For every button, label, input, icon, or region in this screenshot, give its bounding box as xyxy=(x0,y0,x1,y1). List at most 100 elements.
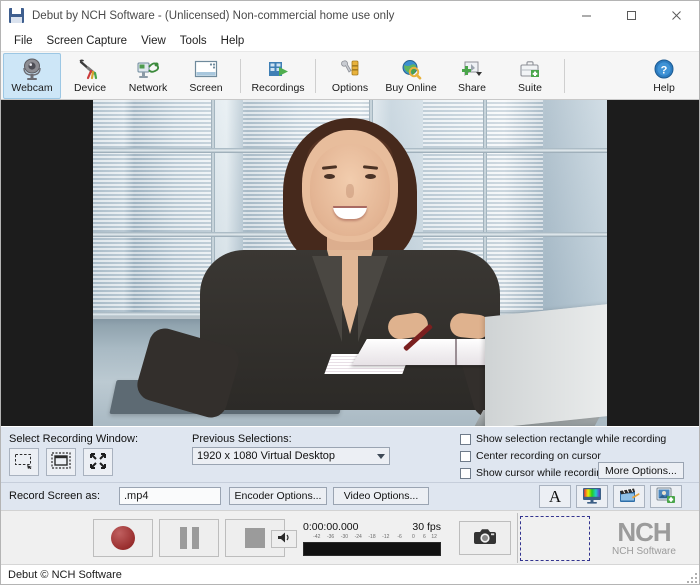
stop-icon xyxy=(245,528,265,548)
nch-logo-mark: NCH xyxy=(595,519,693,545)
toolbar-button-options[interactable]: Options xyxy=(321,53,379,99)
checkbox-label-show-selection-rectangle: Show selection rectangle while recording xyxy=(476,433,666,445)
toolbar-button-webcam[interactable]: Webcam xyxy=(3,53,61,99)
transport-bar: 0:00:00.000 30 fps -42 -36 -30 -24 -18 -… xyxy=(1,510,699,564)
clapperboard-icon xyxy=(619,487,640,507)
letter-a-icon: A xyxy=(549,488,561,505)
share-icon xyxy=(460,57,484,81)
svg-text:?: ? xyxy=(661,64,668,76)
webcam-live-preview xyxy=(93,100,607,426)
toolbar-spacer xyxy=(570,53,635,99)
format-dropdown[interactable]: .mp4 xyxy=(119,487,221,505)
meter-tick-2: -30 xyxy=(341,534,348,540)
maximize-button[interactable] xyxy=(609,1,654,30)
video-preview-area[interactable] xyxy=(1,100,699,426)
speaker-button[interactable] xyxy=(271,530,297,548)
menu-item-screen-capture[interactable]: Screen Capture xyxy=(40,33,135,49)
snapshot-button[interactable] xyxy=(459,521,511,555)
video-effects-button[interactable] xyxy=(613,485,645,508)
menu-item-file[interactable]: File xyxy=(7,33,40,49)
toolbar-button-network[interactable]: Network xyxy=(119,53,177,99)
menu-item-help[interactable]: Help xyxy=(214,33,252,49)
overlay-image-button[interactable] xyxy=(650,485,682,508)
select-recording-window-buttons xyxy=(9,448,113,476)
recording-thumbnail[interactable] xyxy=(520,516,590,561)
chevron-down-icon xyxy=(476,72,482,76)
pause-button[interactable] xyxy=(159,519,219,557)
menu-item-tools[interactable]: Tools xyxy=(173,33,214,49)
menu-item-view[interactable]: View xyxy=(134,33,173,49)
timecode-display: 0:00:00.000 xyxy=(303,521,358,533)
meter-scale: -42 -36 -30 -24 -18 -12 -6 0 6 12 xyxy=(303,534,441,542)
minimize-button[interactable] xyxy=(564,1,609,30)
format-value: .mp4 xyxy=(124,490,148,502)
toolbar-label-device: Device xyxy=(74,82,106,94)
checkbox-row-show-selection-rectangle[interactable]: Show selection rectangle while recording xyxy=(460,431,666,447)
toolbar-label-network: Network xyxy=(129,82,168,94)
select-window-button[interactable] xyxy=(46,448,76,476)
toolbar-label-buy-online: Buy Online xyxy=(385,82,436,94)
add-image-icon xyxy=(656,487,676,507)
thumbnail-separator xyxy=(517,513,518,563)
toolbar-button-recordings[interactable]: Recordings xyxy=(246,53,310,99)
person-suit xyxy=(200,250,500,410)
buy-online-icon xyxy=(399,57,423,81)
status-text: Debut © NCH Software xyxy=(8,569,122,581)
checkbox-center-recording-on-cursor[interactable] xyxy=(460,451,471,462)
more-options-button[interactable]: More Options... xyxy=(598,462,684,479)
fps-display: 30 fps xyxy=(412,521,441,533)
meter-tick-1: -36 xyxy=(327,534,334,540)
meter-tick-0: -42 xyxy=(313,534,320,540)
recordings-icon xyxy=(266,57,290,81)
previous-selections-value: 1920 x 1080 Virtual Desktop xyxy=(197,450,377,462)
text-overlay-button[interactable]: A xyxy=(539,485,571,508)
toolbar-button-screen[interactable]: Screen xyxy=(177,53,235,99)
close-button[interactable] xyxy=(654,1,699,30)
encoder-options-button[interactable]: Encoder Options... xyxy=(229,487,327,505)
meter-tick-5: -12 xyxy=(382,534,389,540)
help-icon: ? xyxy=(653,57,675,81)
toolbar-label-suite: Suite xyxy=(518,82,542,94)
record-dot-icon xyxy=(111,526,135,550)
toolbar-button-device[interactable]: Device xyxy=(61,53,119,99)
toolbar-label-webcam: Webcam xyxy=(11,82,52,94)
options-icon xyxy=(338,57,362,81)
meter-tick-7: 0 xyxy=(412,534,415,540)
meter-tick-6: -6 xyxy=(397,534,401,540)
camera-icon xyxy=(473,527,497,549)
laptop xyxy=(485,303,607,426)
previous-selections-label: Previous Selections: xyxy=(192,433,292,445)
video-options-button[interactable]: Video Options... xyxy=(333,487,429,505)
toolbar-label-screen: Screen xyxy=(189,82,222,94)
toolbar-button-share[interactable]: Share xyxy=(443,53,501,99)
select-region-button[interactable] xyxy=(9,448,39,476)
nch-logo: NCH NCH Software xyxy=(595,519,693,557)
checkbox-label-show-cursor-while-recording: Show cursor while recording xyxy=(476,467,608,479)
toolbar-button-buy-online[interactable]: Buy Online xyxy=(379,53,443,99)
full-screen-button[interactable] xyxy=(83,448,113,476)
record-screen-as-label: Record Screen as: xyxy=(9,490,100,502)
person-face xyxy=(302,130,398,242)
nch-logo-text: NCH Software xyxy=(595,546,693,557)
toolbar-button-help[interactable]: ? Help xyxy=(635,53,693,99)
previous-selections-dropdown[interactable]: 1920 x 1080 Virtual Desktop xyxy=(192,447,390,465)
audio-meter: 0:00:00.000 30 fps -42 -36 -30 -24 -18 -… xyxy=(303,521,441,556)
debut-app-window: Debut by NCH Software - (Unlicensed) Non… xyxy=(0,0,700,585)
recording-options-panel: Select Recording Window: xyxy=(1,426,699,482)
record-button[interactable] xyxy=(93,519,153,557)
checkbox-show-selection-rectangle[interactable] xyxy=(460,434,471,445)
dashed-rectangle-icon xyxy=(14,453,34,472)
toolbar-separator-2 xyxy=(315,59,316,93)
toolbar-separator-1 xyxy=(240,59,241,93)
resize-grip[interactable] xyxy=(685,571,697,583)
color-effects-button[interactable] xyxy=(576,485,608,508)
checkbox-show-cursor-while-recording[interactable] xyxy=(460,468,471,479)
window-controls xyxy=(564,1,699,30)
effect-button-group: A xyxy=(539,485,682,508)
status-bar: Debut © NCH Software xyxy=(1,564,699,584)
toolbar-button-suite[interactable]: Suite xyxy=(501,53,559,99)
window-title: Debut by NCH Software - (Unlicensed) Non… xyxy=(32,10,394,22)
app-icon xyxy=(9,8,25,24)
checkbox-label-center-recording-on-cursor: Center recording on cursor xyxy=(476,450,601,462)
device-icon xyxy=(78,57,102,81)
